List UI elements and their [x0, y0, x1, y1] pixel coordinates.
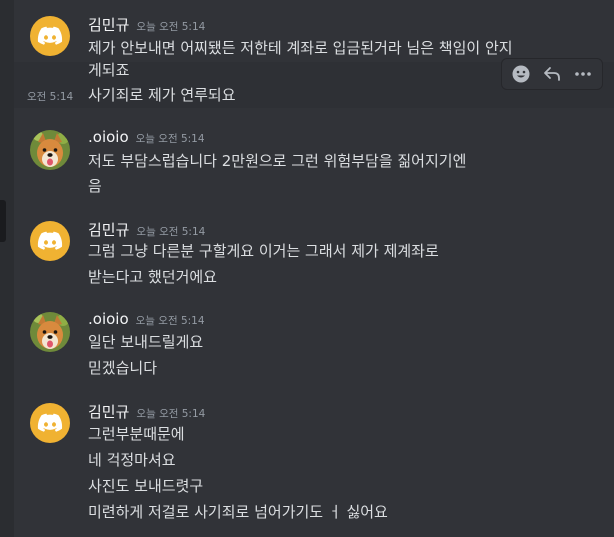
- message-timestamp[interactable]: 오늘 오전 5:14: [136, 224, 205, 239]
- emoji-reaction-icon: [512, 65, 530, 83]
- discord-logo-icon: [37, 413, 63, 432]
- username[interactable]: .oioio: [88, 128, 129, 146]
- message-text: 저도 부담스럽습니다 2만원으로 그런 위험부담을 짊어지기엔: [88, 152, 467, 170]
- message-text: 네 걱정마셔요: [88, 451, 176, 469]
- dog-avatar-icon: [30, 130, 70, 170]
- message-text: 미련하게 저걸로 사기죄로 넘어가기도 ㅓ 싫어요: [88, 503, 388, 521]
- message-text: 제가 안보내면 어찌됐든 저한테 계좌로 입금된거라 님은 책임이 안지: [88, 39, 513, 57]
- avatar[interactable]: [30, 130, 70, 170]
- message-action-toolbar: [501, 58, 603, 90]
- message-header: 김민규 오늘 오전 5:14: [88, 14, 205, 35]
- message-text: 그럼 그냥 다른분 구할게요 이거는 그래서 제가 제계좌로: [88, 242, 439, 260]
- username[interactable]: 김민규: [88, 401, 129, 422]
- message-text: 사진도 보내드렷구: [88, 477, 204, 495]
- scrollbar-thumb[interactable]: [0, 200, 6, 242]
- avatar[interactable]: [30, 312, 70, 352]
- message-timestamp[interactable]: 오늘 오전 5:14: [136, 19, 205, 34]
- dog-avatar-icon: [30, 312, 70, 352]
- add-reaction-button[interactable]: [507, 62, 535, 86]
- message-text: 게되죠: [88, 61, 130, 79]
- more-options-icon: [574, 72, 591, 76]
- username[interactable]: 김민규: [88, 219, 129, 240]
- message-text: 일단 보내드릴게요: [88, 333, 204, 351]
- chat-messages-area: 김민규 오늘 오전 5:14 제가 안보내면 어찌됐든 저한테 계좌로 입금된거…: [0, 0, 614, 537]
- avatar[interactable]: [30, 403, 70, 443]
- message-text: 믿겠습니다: [88, 359, 158, 377]
- reply-button[interactable]: [538, 62, 566, 86]
- message-text: 음: [88, 177, 102, 195]
- message-text: 받는다고 했던거에요: [88, 268, 217, 286]
- message-header: .oioio 오늘 오전 5:14: [88, 128, 205, 146]
- discord-logo-icon: [37, 231, 63, 250]
- followup-timestamp[interactable]: 오전 5:14: [27, 89, 73, 104]
- message-text: 그런부분때문에: [88, 425, 185, 443]
- avatar[interactable]: [30, 16, 70, 56]
- message-header: 김민규 오늘 오전 5:14: [88, 219, 205, 240]
- avatar[interactable]: [30, 221, 70, 261]
- username[interactable]: 김민규: [88, 14, 129, 35]
- username[interactable]: .oioio: [88, 310, 129, 328]
- channel-scroll-edge: [0, 0, 14, 537]
- message-timestamp[interactable]: 오늘 오전 5:14: [136, 313, 205, 328]
- more-options-button[interactable]: [569, 62, 597, 86]
- message-text: 사기죄로 제가 연루되요: [88, 86, 236, 104]
- reply-icon: [544, 67, 560, 81]
- message-timestamp[interactable]: 오늘 오전 5:14: [136, 131, 205, 146]
- discord-logo-icon: [37, 26, 63, 45]
- message-timestamp[interactable]: 오늘 오전 5:14: [136, 406, 205, 421]
- message-header: 김민규 오늘 오전 5:14: [88, 401, 205, 422]
- message-header: .oioio 오늘 오전 5:14: [88, 310, 205, 328]
